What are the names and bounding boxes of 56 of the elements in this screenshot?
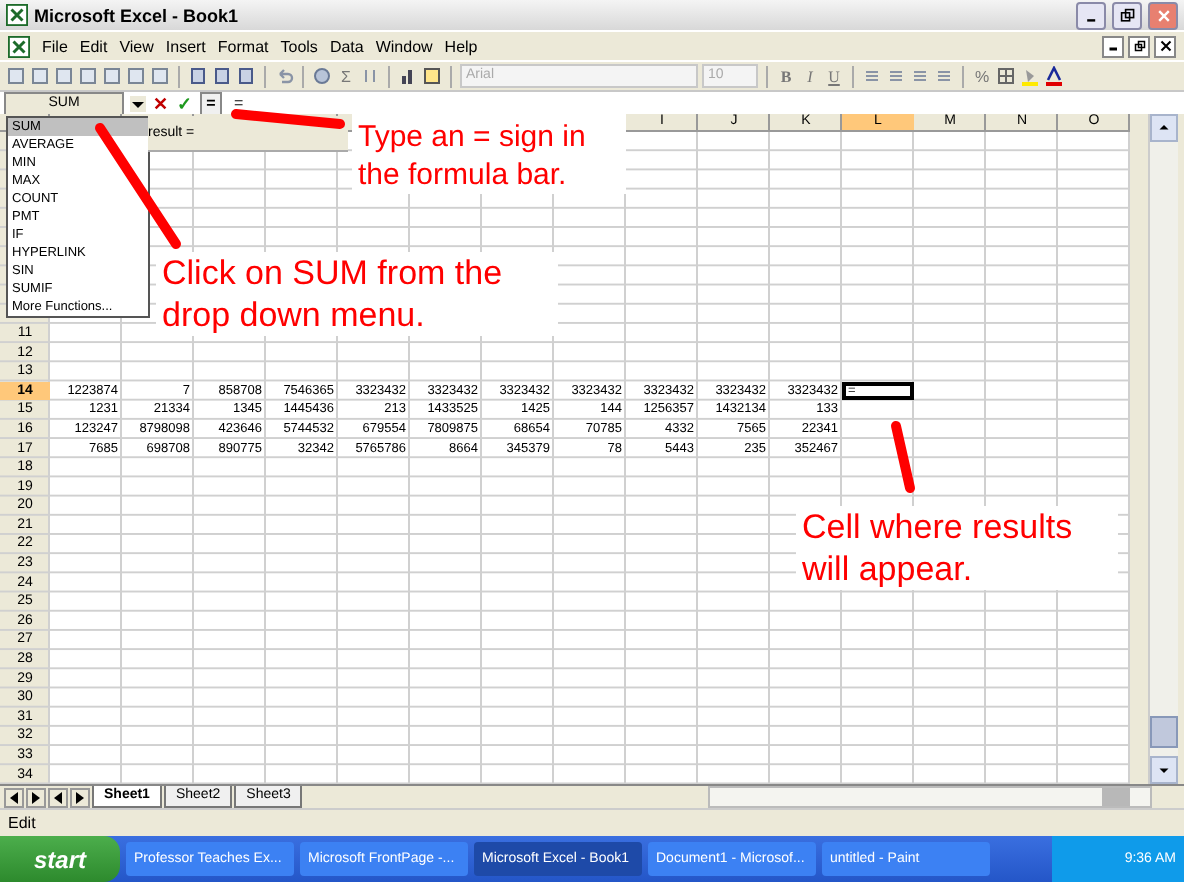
- menu-item[interactable]: File: [42, 37, 68, 55]
- close-icon: [1159, 40, 1171, 52]
- start-button[interactable]: start: [0, 836, 120, 882]
- tab-scroll-icon[interactable]: [70, 787, 90, 807]
- tab-scroll-icon[interactable]: [48, 787, 68, 807]
- close-icon: [1155, 7, 1171, 23]
- bold-button[interactable]: B: [776, 67, 796, 85]
- menu-item[interactable]: View: [119, 37, 154, 55]
- italic-button[interactable]: I: [800, 67, 820, 85]
- scroll-up-button[interactable]: [1150, 114, 1178, 142]
- vertical-scrollbar[interactable]: [1148, 114, 1178, 784]
- menu-item[interactable]: Tools: [280, 37, 318, 55]
- globe-icon[interactable]: [312, 66, 332, 86]
- align-center-icon[interactable]: [886, 66, 906, 86]
- callout-text: Click on SUM from the drop down menu.: [156, 252, 558, 336]
- restore-button[interactable]: [1128, 35, 1150, 57]
- fill-color-icon[interactable]: [1020, 66, 1040, 86]
- autosum-button[interactable]: Σ: [336, 67, 356, 85]
- menu-item[interactable]: Format: [217, 37, 269, 55]
- enter-button[interactable]: ✓: [176, 93, 194, 113]
- minimize-button[interactable]: [1102, 35, 1124, 57]
- cancel-button[interactable]: ✕: [152, 93, 170, 113]
- tab-scroll-icon[interactable]: [4, 787, 24, 807]
- callout-text: Cell where results will appear.: [796, 506, 1118, 590]
- close-button[interactable]: [1154, 35, 1176, 57]
- restore-button[interactable]: [1112, 1, 1142, 29]
- menu-item[interactable]: Edit: [79, 37, 108, 55]
- dropdown-arrow-icon[interactable]: [130, 95, 146, 111]
- font-color-icon[interactable]: [1044, 66, 1064, 86]
- scroll-down-button[interactable]: [1150, 756, 1178, 784]
- scrollbar-thumb[interactable]: [1150, 716, 1178, 748]
- menu-item[interactable]: Insert: [165, 37, 206, 55]
- down-arrow-icon: [1158, 764, 1170, 776]
- edit-formula-button[interactable]: =: [200, 91, 222, 115]
- menu-item[interactable]: Data: [329, 37, 364, 55]
- horizontal-scrollbar[interactable]: [708, 786, 1152, 808]
- scrollbar-thumb[interactable]: [1102, 788, 1130, 806]
- formula-field[interactable]: =: [228, 94, 244, 112]
- status-text: Edit: [8, 814, 36, 832]
- tab-scroll-icon[interactable]: [26, 787, 46, 807]
- spreadsheet-icon: [6, 4, 28, 26]
- window-title: Microsoft Excel - Book1: [34, 5, 239, 25]
- chart-icon[interactable]: [398, 66, 418, 86]
- up-arrow-icon: [1158, 122, 1170, 134]
- restore-icon: [1119, 7, 1135, 23]
- restore-icon: [1133, 40, 1145, 52]
- borders-icon[interactable]: [996, 66, 1016, 86]
- menu-item[interactable]: Window: [375, 37, 433, 55]
- percent-button[interactable]: %: [972, 67, 992, 85]
- underline-button[interactable]: U: [824, 67, 844, 85]
- align-right-icon[interactable]: [910, 66, 930, 86]
- callout-text: Type an = sign in the formula bar.: [352, 114, 626, 194]
- align-left-icon[interactable]: [862, 66, 882, 86]
- undo-icon[interactable]: [274, 66, 294, 86]
- minimize-button[interactable]: [1076, 1, 1106, 29]
- menu-item[interactable]: Help: [444, 37, 478, 55]
